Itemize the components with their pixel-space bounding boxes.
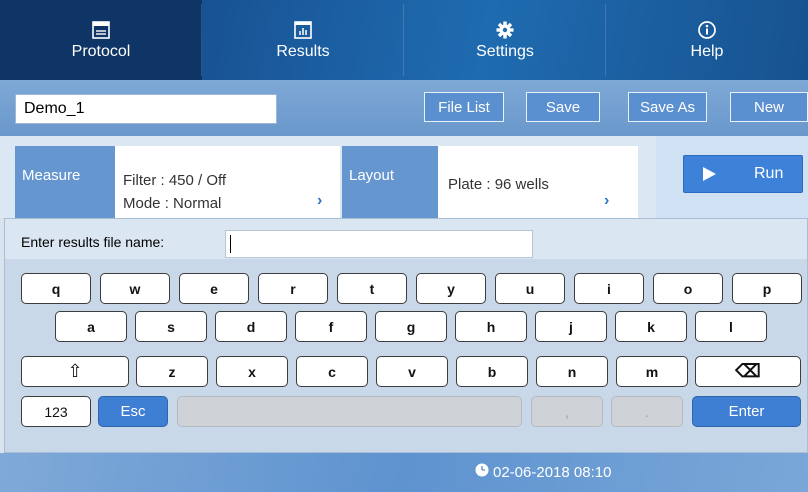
save-as-button[interactable]: Save As	[628, 92, 707, 122]
key-e[interactable]: e	[179, 273, 249, 304]
filter-value: 450 / Off	[168, 172, 227, 189]
play-icon	[702, 167, 716, 186]
layout-label: Layout	[342, 146, 438, 218]
nav-tab-settings[interactable]: Settings	[404, 0, 606, 80]
backspace-key[interactable]: ⌫	[695, 356, 801, 387]
results-file-name-label: Enter results file name:	[21, 234, 165, 250]
nav-tab-results[interactable]: Results	[202, 0, 404, 80]
key-i[interactable]: i	[574, 273, 644, 304]
protocol-toolbar: Demo_1 File List Save Save As New	[0, 80, 808, 136]
results-file-name-input[interactable]	[225, 230, 533, 258]
shift-key[interactable]: ⇧	[21, 356, 129, 387]
key-c[interactable]: c	[296, 356, 368, 387]
measure-chevron-right-icon: ›	[317, 192, 323, 209]
key-d[interactable]: d	[215, 311, 287, 342]
layout-panel[interactable]: Layout Plate : 96 wells ›	[342, 146, 638, 218]
nav-tab-protocol-label: Protocol	[71, 43, 131, 60]
key-b[interactable]: b	[456, 356, 528, 387]
protocol-name-value: Demo_1	[24, 100, 85, 117]
nav-tab-settings-label: Settings	[476, 43, 534, 60]
results-chart-icon	[292, 19, 314, 41]
shift-arrow-icon: ⇧	[67, 361, 83, 381]
mode-label: Mode :	[123, 195, 169, 212]
key-q[interactable]: q	[21, 273, 91, 304]
key-v[interactable]: v	[376, 356, 448, 387]
nav-tab-results-label: Results	[276, 43, 330, 60]
nav-tab-help-label: Help	[690, 43, 724, 60]
text-cursor	[230, 235, 231, 253]
new-button[interactable]: New	[730, 92, 808, 122]
results-file-name-bar: Enter results file name:	[5, 219, 807, 259]
key-z[interactable]: z	[136, 356, 208, 387]
key-t[interactable]: t	[337, 273, 407, 304]
key-l[interactable]: l	[695, 311, 767, 342]
run-label: Run	[754, 165, 784, 182]
info-icon	[696, 19, 718, 41]
comma-key[interactable]: ,	[531, 396, 603, 427]
filter-label: Filter :	[123, 172, 165, 189]
key-p[interactable]: p	[732, 273, 802, 304]
key-o[interactable]: o	[653, 273, 723, 304]
plate-label: Plate :	[448, 176, 491, 193]
key-s[interactable]: s	[135, 311, 207, 342]
plate-line: Plate : 96 wells	[448, 176, 549, 193]
mode-value: Normal	[173, 195, 222, 212]
key-x[interactable]: x	[216, 356, 288, 387]
layout-chevron-right-icon: ›	[604, 192, 610, 209]
esc-key[interactable]: Esc	[98, 396, 168, 427]
enter-key[interactable]: Enter	[692, 396, 801, 427]
file-list-button[interactable]: File List	[424, 92, 504, 122]
nav-tab-protocol[interactable]: Protocol	[0, 0, 202, 80]
protocol-name-input[interactable]: Demo_1	[15, 94, 277, 124]
key-h[interactable]: h	[455, 311, 527, 342]
measure-label: Measure	[15, 146, 115, 218]
key-k[interactable]: k	[615, 311, 687, 342]
date-time-text: 02-06-2018 08:10	[493, 463, 612, 481]
key-u[interactable]: u	[495, 273, 565, 304]
space-key[interactable]	[177, 396, 522, 427]
key-r[interactable]: r	[258, 273, 328, 304]
protocol-icon	[90, 19, 112, 41]
key-f[interactable]: f	[295, 311, 367, 342]
date-time-display: 02-06-2018 08:10	[475, 463, 611, 481]
measure-panel[interactable]: Measure Filter : 450 / Off Mode : Normal…	[15, 146, 340, 218]
onscreen-keyboard: Enter results file name: q w e r t y u i…	[4, 218, 808, 453]
numbers-key[interactable]: 123	[21, 396, 91, 427]
gear-icon	[494, 19, 516, 41]
key-m[interactable]: m	[616, 356, 688, 387]
key-a[interactable]: a	[55, 311, 127, 342]
backspace-icon: ⌫	[735, 361, 761, 381]
plate-value: 96 wells	[494, 176, 549, 193]
mode-line: Mode : Normal	[123, 195, 221, 212]
filter-line: Filter : 450 / Off	[123, 172, 226, 189]
status-bar: 02-06-2018 08:10	[0, 453, 808, 492]
nav-tab-help[interactable]: Help	[606, 0, 808, 80]
key-g[interactable]: g	[375, 311, 447, 342]
run-button[interactable]: Run	[683, 155, 803, 193]
key-j[interactable]: j	[535, 311, 607, 342]
key-w[interactable]: w	[100, 273, 170, 304]
top-nav: Protocol Results Settings Help	[0, 0, 808, 80]
key-y[interactable]: y	[416, 273, 486, 304]
save-button[interactable]: Save	[526, 92, 600, 122]
clock-icon	[475, 463, 489, 481]
period-key[interactable]: .	[611, 396, 683, 427]
key-n[interactable]: n	[536, 356, 608, 387]
